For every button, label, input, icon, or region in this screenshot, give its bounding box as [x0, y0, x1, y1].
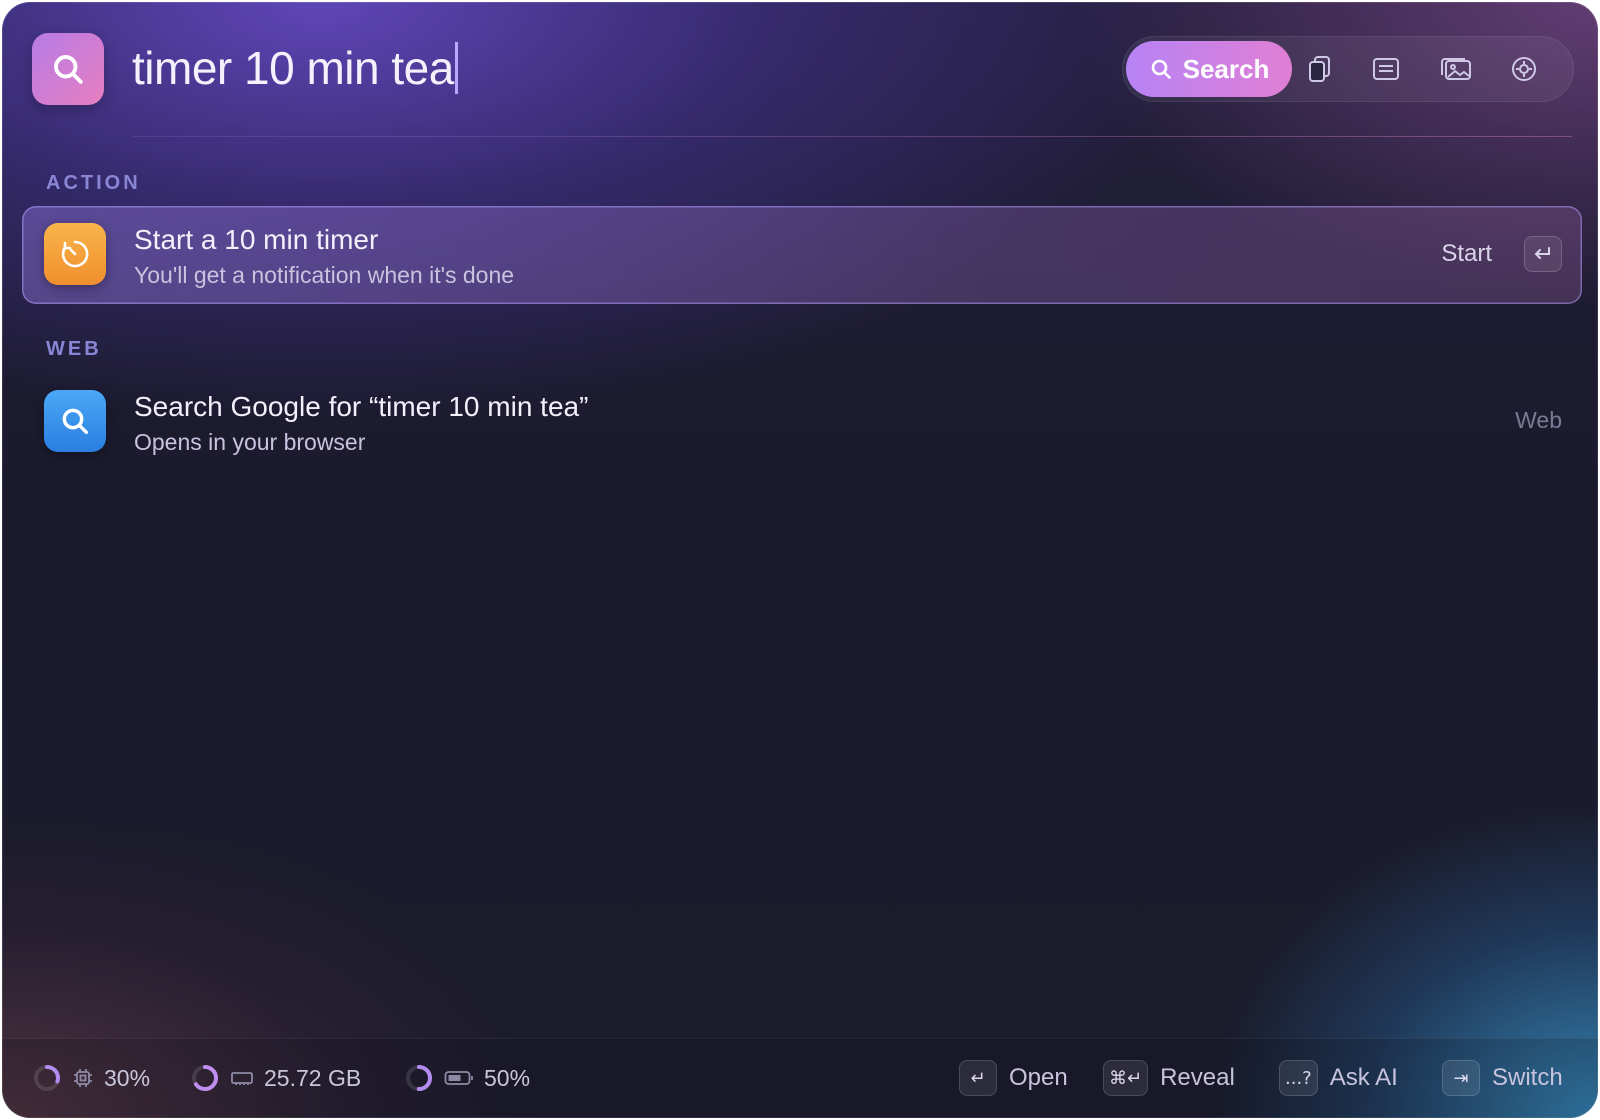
hint-ask-ai-label: Ask AI — [1329, 1064, 1398, 1091]
hint-open-key: ↵ — [959, 1060, 997, 1096]
images-mode-button[interactable] — [1436, 49, 1476, 89]
battery-value: 50% — [484, 1064, 531, 1091]
hint-switch[interactable]: ⇥ Switch — [1442, 1059, 1563, 1097]
cpu-value: 30% — [104, 1064, 151, 1091]
clipboard-mode-button[interactable] — [1300, 49, 1340, 89]
notes-icon — [1373, 58, 1399, 80]
result-action-label: Start — [1441, 240, 1492, 267]
notes-mode-button[interactable] — [1366, 49, 1406, 89]
images-icon — [1441, 58, 1471, 80]
hint-switch-key: ⇥ — [1442, 1060, 1480, 1096]
battery-stat: 50% — [404, 1061, 530, 1095]
settings-icon — [1512, 57, 1536, 81]
result-row-google-search[interactable]: Search Google for “timer 10 min tea” Ope… — [22, 373, 1582, 471]
cpu-usage-ring-icon — [34, 1065, 60, 1091]
memory-icon — [231, 1072, 253, 1085]
timer-icon — [44, 223, 106, 285]
result-type-tag: Web — [1515, 407, 1562, 433]
mode-toolbar: Search — [1122, 36, 1574, 102]
status-footer: 30% 25.72 GB 50% ↵ Open ⌘↵ Reveal ...? A… — [2, 1038, 1598, 1118]
enter-key-icon — [1524, 236, 1562, 272]
search-badge-icon — [32, 33, 104, 105]
memory-stat: 25.72 GB — [190, 1061, 361, 1095]
search-icon — [1151, 59, 1171, 79]
search-query-text: timer 10 min tea — [132, 42, 454, 94]
memory-value: 25.72 GB — [264, 1064, 362, 1091]
battery-usage-ring-icon — [406, 1065, 432, 1091]
cpu-stat: 30% — [32, 1061, 150, 1095]
search-input[interactable]: timer 10 min tea — [132, 38, 458, 98]
hint-reveal-key: ⌘↵ — [1103, 1060, 1149, 1096]
launcher-window: timer 10 min tea Search ACTION Start a 1… — [2, 2, 1598, 1118]
header-divider — [132, 136, 1572, 137]
battery-icon — [444, 1071, 473, 1085]
result-title: Search Google for “timer 10 min tea” — [134, 391, 589, 422]
hint-ask-ai[interactable]: ...? Ask AI — [1279, 1059, 1398, 1097]
hint-open-label: Open — [1009, 1064, 1068, 1091]
hint-open[interactable]: ↵ Open — [959, 1059, 1068, 1097]
section-label-action: ACTION — [46, 172, 141, 194]
cpu-icon — [74, 1069, 92, 1087]
hint-switch-label: Switch — [1492, 1064, 1563, 1091]
memory-usage-ring-icon — [192, 1065, 218, 1091]
search-mode-button[interactable]: Search — [1126, 41, 1292, 97]
search-mode-label: Search — [1182, 53, 1270, 84]
hint-reveal-label: Reveal — [1160, 1064, 1235, 1091]
clipboard-icon — [1309, 56, 1330, 82]
hint-ask-ai-key: ...? — [1279, 1060, 1318, 1096]
search-icon — [44, 390, 106, 452]
result-subtitle: Opens in your browser — [134, 429, 366, 455]
hint-reveal[interactable]: ⌘↵ Reveal — [1103, 1059, 1235, 1097]
settings-mode-button[interactable] — [1504, 49, 1544, 89]
section-label-web: WEB — [46, 338, 102, 360]
text-caret — [454, 42, 458, 94]
result-title: Start a 10 min timer — [134, 224, 379, 255]
result-subtitle: You'll get a notification when it's done — [134, 262, 515, 288]
result-row-start-timer[interactable]: Start a 10 min timer You'll get a notifi… — [22, 206, 1582, 304]
